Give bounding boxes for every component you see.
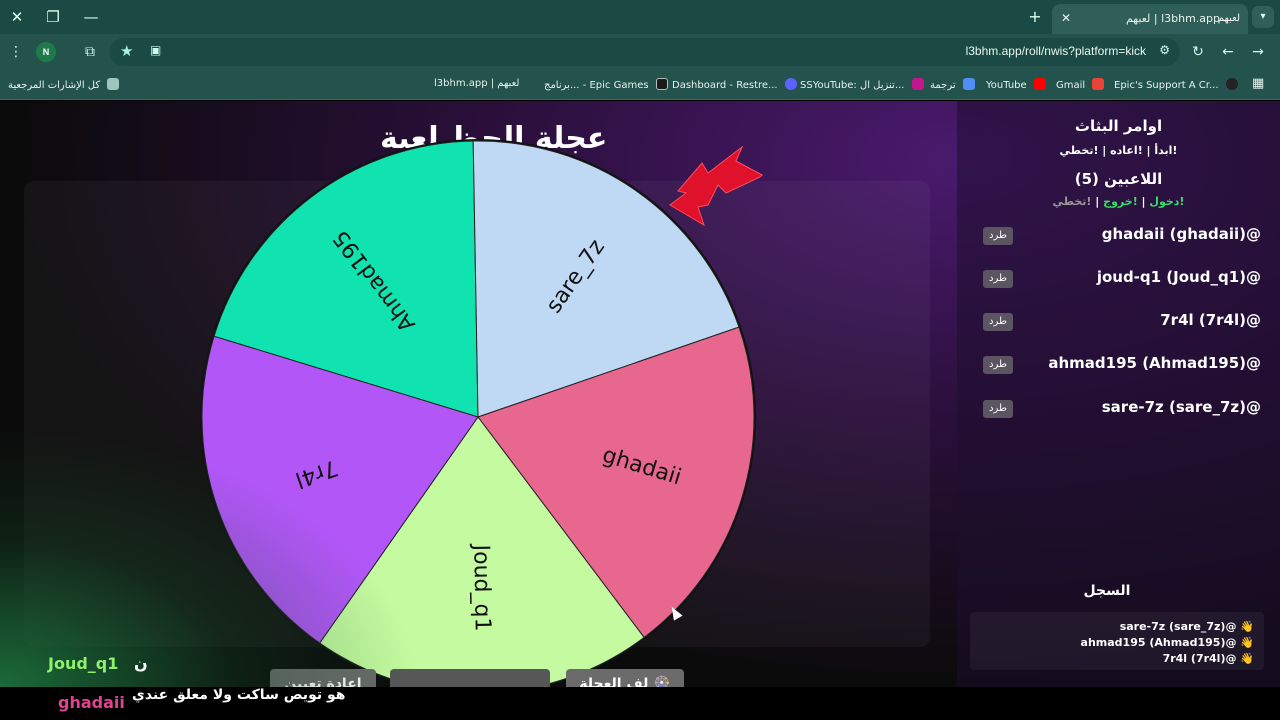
address-bar[interactable]: ★ ▣ l3bhm.app/roll/nwis?platform=kick ⚙ [110,38,1180,66]
kick-button[interactable]: طرد [983,270,1013,288]
bookmark-item[interactable]: برنامج... - Epic Games [544,78,668,91]
bookmark-label: l3bhm.app | لعبهم [434,78,520,89]
bookmarks-overflow-icon[interactable]: ▦ [1252,76,1264,91]
bookmark-label: ترجمة [930,80,956,91]
bookmark-label: Gmail [1056,80,1086,91]
player-name: sare-7z (sare_7z)@ [1101,398,1261,416]
gmail-icon [1092,78,1105,90]
close-window-icon[interactable]: ✕ [6,6,28,28]
chat-message: هو تويص ساكت ولا معلق عندي [132,687,346,703]
streamer-commands-title: اوامر البثاث [1074,117,1163,135]
tab-close-icon[interactable]: ✕ [1058,10,1074,26]
bookmark-item[interactable]: Dashboard - Restre... [672,78,797,91]
log-entry: sare-7z (sare_7z)@ 👋 [1119,620,1254,633]
translate-icon [962,78,975,90]
log-entry: 7r4l (7r4l)@ 👋 [1162,652,1254,665]
new-tab-button[interactable]: + [1024,6,1046,28]
bookmark-label: SSYouTube: تنزيل ال... [800,80,905,91]
control-sidebar: اوامر البثاث !ابدأ | !اعاده | !تخطي اللا… [957,101,1280,687]
page-content: عجلة الحظ لعبة Ahmad195 sare_7z ghadaii Jou… [0,101,1280,687]
bookmarks-bar: كل الإشارات المرجعية l3bhm.app | لعبهم ب… [0,70,1280,100]
reset-button[interactable]: إعادة تعيين [270,669,376,687]
player-row: joud-q1 (Joud_q1)@ طرد [981,268,1261,290]
bookmark-label: Dashboard - Restre... [672,80,778,91]
overlay-top-row: Joud_q1 ن [48,654,148,673]
log-title: السجل [1083,583,1131,599]
bookmark-item[interactable]: YouTube [986,78,1046,91]
wheel-segment-label: Joud_q1 [468,542,495,631]
tab-search-button[interactable]: ▾ [1252,6,1274,28]
youtube-icon [1033,78,1046,90]
leave-command: !خروج [1103,195,1138,208]
forward-icon[interactable]: → [1248,42,1268,62]
chat-username: ghadaii [58,693,125,712]
player-name: ghadaii (ghadaii)@ [1101,225,1261,243]
bookmark-star-icon[interactable]: ★ [120,42,133,60]
bookmark-all[interactable]: كل الإشارات المرجعية [8,78,120,91]
site-settings-icon[interactable]: ⚙ [1159,43,1170,57]
spin-button[interactable]: 🎡 لف العجلة [566,669,684,687]
overlay-user: Joud_q1 [48,654,119,673]
bookmark-item[interactable]: SSYouTube: تنزيل ال... [800,78,924,91]
toolbar: ⋮ N ⧉ ★ ▣ l3bhm.app/roll/nwis?platform=k… [0,34,1280,70]
kick-button[interactable]: طرد [983,227,1013,245]
player-name: ahmad195 (Ahmad195)@ [1048,354,1261,372]
player-row: 7r4l (7r4l)@ طرد [981,311,1261,333]
log-entry: ahmad195 (Ahmad195)@ 👋 [1080,636,1254,649]
chat-overlay: ghadaii هو تويص ساكت ولا معلق عندي [0,687,1280,720]
cast-icon[interactable]: ▣ [150,43,161,57]
streamer-commands: !ابدأ | !اعاده | !تخطي [1059,144,1178,157]
tab-strip: ✕ ❐ — + لعبهم l3bhm.app | لعبهم ✕ ▾ [0,0,1280,34]
player-name: 7r4l (7r4l)@ [1160,311,1261,329]
menu-icon[interactable]: ⋮ [6,42,26,62]
log-box: sare-7z (sare_7z)@ 👋 ahmad195 (Ahmad195)… [970,612,1264,670]
tab-title: l3bhm.app | لعبهم [1125,12,1220,25]
bookmark-label: برنامج... - Epic Games [544,80,649,91]
epic-support-icon [1225,78,1238,90]
kick-button[interactable]: طرد [983,356,1013,374]
back-icon[interactable]: ← [1218,42,1238,62]
reload-icon[interactable]: ↻ [1188,42,1208,62]
bookmark-item[interactable]: ترجمة [930,78,975,91]
profile-avatar[interactable]: N [36,42,56,62]
kick-button[interactable]: طرد [983,313,1013,331]
bookmark-label: كل الإشارات المرجعية [8,80,101,91]
extensions-icon[interactable]: ⧉ [80,42,100,62]
ssyoutube-icon [911,78,924,90]
skip-command: !تخطي [1052,195,1092,208]
bookmark-label: Epic's Support A Cr... [1114,80,1219,91]
epic-games-icon [655,78,668,90]
join-command: !دخول [1149,195,1185,208]
player-commands: !دخول | !خروج | !تخطي [1052,195,1185,208]
bookmark-label: YouTube [986,80,1027,91]
middle-button[interactable] [390,669,550,687]
restream-icon [784,78,797,90]
player-name: joud-q1 (Joud_q1)@ [1096,268,1261,286]
player-row: ghadaii (ghadaii)@ طرد [981,225,1261,247]
players-title: اللاعبين (5) [1074,170,1163,188]
active-tab[interactable]: لعبهم l3bhm.app | لعبهم ✕ [1052,4,1248,34]
player-row: ahmad195 (Ahmad195)@ طرد [981,354,1261,376]
kick-button[interactable]: طرد [983,400,1013,418]
player-row: sare-7z (sare_7z)@ طرد [981,398,1261,420]
url-text[interactable]: l3bhm.app/roll/nwis?platform=kick [966,44,1146,58]
minimize-window-icon[interactable]: — [80,6,102,28]
overlay-letter: ن [133,654,148,673]
folder-icon [107,78,120,90]
bookmark-item[interactable]: Gmail [1056,78,1105,91]
bookmark-item[interactable]: Epic's Support A Cr... [1114,78,1238,91]
bookmark-item[interactable]: l3bhm.app | لعبهم [434,78,519,89]
maximize-window-icon[interactable]: ❐ [42,6,64,28]
wheel-pointer-icon [669,145,763,227]
tab-favicon: لعبهم [1217,13,1240,24]
